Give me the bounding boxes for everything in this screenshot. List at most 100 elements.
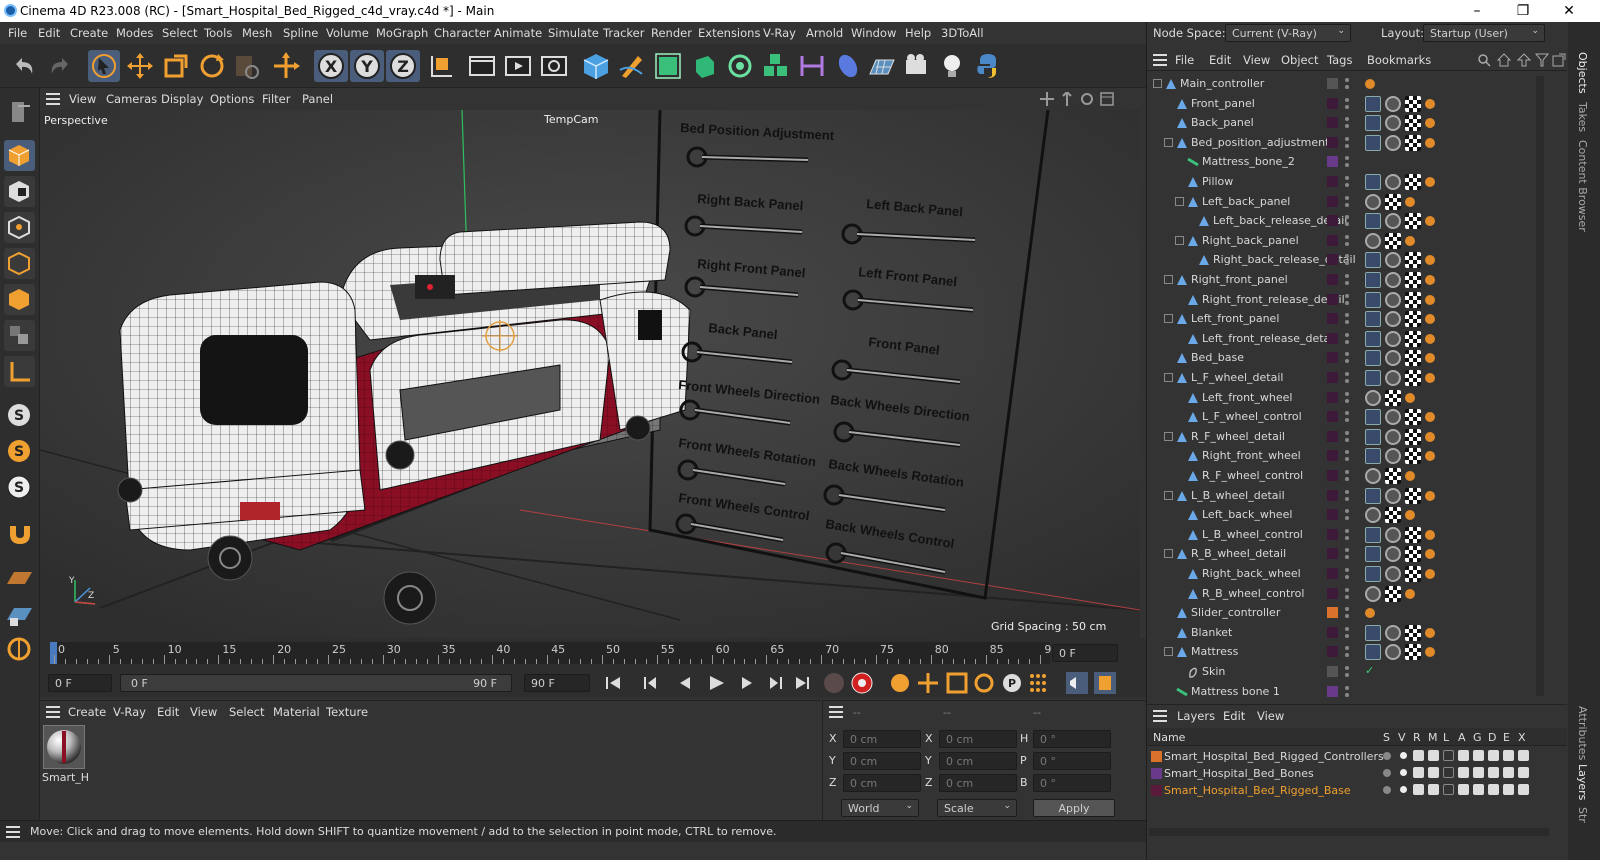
layer-solo-toggle-icon[interactable] — [1383, 786, 1391, 794]
object-row-right-back-wheel[interactable]: Right_back_wheel — [1149, 564, 1549, 584]
next-key-icon[interactable] — [770, 677, 782, 689]
deformer-icon[interactable] — [796, 50, 828, 82]
ik-tag-icon[interactable] — [1365, 644, 1381, 661]
object-tree-scrollbar[interactable] — [1536, 76, 1544, 696]
menu-tools[interactable]: Tools — [204, 26, 232, 40]
tab-attributes[interactable]: Attributes — [1576, 706, 1589, 760]
floor-grid-icon[interactable] — [866, 50, 898, 82]
layer-color-swatch[interactable] — [1327, 685, 1338, 697]
vray-material-tag-icon[interactable] — [1385, 272, 1401, 288]
previous-key-icon[interactable] — [644, 677, 656, 689]
object-row-right-front-wheel[interactable]: Right_front_wheel — [1149, 446, 1549, 466]
vray-material-tag-icon[interactable] — [1385, 487, 1401, 504]
texture-tag-icon[interactable] — [1405, 272, 1421, 288]
layers-menu-view[interactable]: View — [1257, 709, 1284, 723]
xpresso-tag-icon[interactable] — [1425, 373, 1435, 383]
layers-menu-icon[interactable] — [1153, 710, 1167, 722]
coord-value-field[interactable]: 0 cm — [939, 730, 1017, 748]
texture-tag-icon[interactable] — [1405, 95, 1421, 112]
layer-row[interactable]: Smart_Hospital_Bed_Rigged_Base — [1147, 782, 1567, 799]
filter-icon[interactable] — [1535, 53, 1549, 67]
coord-value-field[interactable]: 0 cm — [843, 752, 921, 770]
layer-expressions-toggle-icon[interactable] — [1503, 767, 1514, 778]
coord-value-field[interactable]: 0 ° — [1033, 752, 1111, 770]
texture-tag-icon[interactable] — [1405, 350, 1421, 367]
vray-material-tag-icon[interactable] — [1385, 311, 1401, 328]
xpresso-tag-icon[interactable] — [1425, 314, 1435, 325]
texture-tag-icon[interactable] — [1405, 213, 1421, 230]
render-to-picture-viewer-icon[interactable] — [502, 50, 534, 82]
xpresso-tag-icon[interactable] — [1425, 353, 1435, 364]
collapse-icon[interactable] — [1164, 373, 1173, 382]
menu-file[interactable]: File — [8, 26, 27, 40]
pen-spline-icon[interactable] — [616, 50, 648, 82]
object-row-right-front-release-detail[interactable]: Right_front_release_detail — [1149, 290, 1549, 310]
y-axis-lock-button[interactable]: Y — [350, 50, 384, 82]
object-row-left-back-panel[interactable]: Left_back_panel — [1149, 192, 1549, 212]
visibility-dots[interactable] — [1345, 685, 1349, 699]
vray-material-tag-icon[interactable] — [1385, 409, 1401, 426]
layer-color-swatch[interactable] — [1327, 450, 1338, 462]
snap-mode-button[interactable]: S — [4, 472, 35, 503]
layer-color-swatch[interactable] — [1327, 254, 1338, 266]
ik-tag-icon[interactable] — [1365, 311, 1381, 328]
layer-xref-toggle-icon[interactable] — [1518, 750, 1529, 761]
layer-color-swatch[interactable] — [1151, 751, 1162, 762]
vray-material-tag-icon[interactable] — [1365, 507, 1381, 524]
coord-value-field[interactable]: 0 ° — [1033, 774, 1111, 792]
menu-render[interactable]: Render — [651, 26, 692, 40]
layer-generators-toggle-icon[interactable] — [1473, 767, 1484, 778]
ik-tag-icon[interactable] — [1365, 428, 1381, 445]
menu-volume[interactable]: Volume — [326, 26, 369, 40]
collapse-icon[interactable] — [1175, 196, 1184, 206]
object-row-skin[interactable]: Skin ✓ — [1149, 662, 1549, 682]
object-row-right-back-release-detail[interactable]: Right_back_release_detail — [1149, 250, 1549, 270]
layer-color-swatch[interactable] — [1327, 509, 1338, 521]
python-icon[interactable] — [972, 50, 1004, 82]
close-window-button[interactable]: ✕ — [1546, 0, 1592, 22]
layer-visible-toggle-icon[interactable] — [1398, 784, 1409, 795]
object-row-r-f-wheel-control[interactable]: R_F_wheel_control — [1149, 466, 1549, 486]
vray-material-tag-icon[interactable] — [1365, 468, 1381, 484]
collapse-icon[interactable] — [1164, 314, 1173, 324]
xpresso-tag-icon[interactable] — [1425, 451, 1435, 462]
texture-tag-icon[interactable] — [1385, 468, 1401, 484]
material-menu-texture[interactable]: Texture — [326, 705, 368, 719]
ik-tag-icon[interactable] — [1365, 213, 1381, 230]
coord-value-field[interactable]: 0 cm — [843, 774, 921, 792]
xpresso-tag-icon[interactable] — [1425, 98, 1435, 109]
collapse-icon[interactable] — [1164, 490, 1173, 500]
layer-xref-toggle-icon[interactable] — [1518, 767, 1529, 778]
layers-menu-layers[interactable]: Layers — [1177, 709, 1215, 723]
xpresso-tag-icon[interactable] — [1425, 549, 1435, 560]
apply-button[interactable]: Apply — [1033, 799, 1115, 817]
object-row-front-panel[interactable]: Front_panel — [1149, 94, 1549, 114]
ik-tag-icon[interactable] — [1365, 370, 1381, 386]
menu-edit[interactable]: Edit — [38, 26, 60, 40]
layer-render-toggle-icon[interactable] — [1413, 784, 1424, 795]
coord-system-dropdown[interactable]: World ⌄ — [841, 799, 919, 817]
visibility-dots[interactable] — [1345, 449, 1349, 463]
layer-color-swatch[interactable] — [1327, 215, 1338, 227]
current-frame-field[interactable]: 0 F — [1052, 644, 1118, 662]
ik-tag-icon[interactable] — [1365, 252, 1381, 269]
visibility-dots[interactable] — [1345, 410, 1349, 424]
cloner-icon[interactable] — [724, 50, 756, 82]
visibility-dots[interactable] — [1345, 567, 1349, 581]
vray-material-tag-icon[interactable] — [1385, 370, 1401, 386]
menu-mesh[interactable]: Mesh — [242, 26, 272, 40]
object-row-left-front-release-detail[interactable]: Left_front_release_detail — [1149, 329, 1549, 349]
layout-dropdown[interactable]: Startup (User) ⌄ — [1423, 24, 1545, 42]
visibility-dots[interactable] — [1345, 547, 1349, 561]
coord-value-field[interactable]: 0 ° — [1033, 730, 1111, 748]
object-row-mattress[interactable]: Mattress — [1149, 642, 1549, 662]
xpresso-tag-icon[interactable] — [1425, 255, 1435, 266]
viewport-menu-panel[interactable]: Panel — [302, 92, 333, 106]
xpresso-tag-icon[interactable] — [1425, 647, 1435, 658]
texture-tag-icon[interactable] — [1405, 311, 1421, 328]
previous-frame-icon[interactable] — [680, 677, 690, 689]
visibility-dots[interactable] — [1345, 528, 1349, 542]
layer-color-swatch[interactable] — [1327, 430, 1338, 442]
field-icon[interactable] — [832, 50, 864, 82]
viewport-rotate-icon[interactable] — [1080, 92, 1094, 106]
